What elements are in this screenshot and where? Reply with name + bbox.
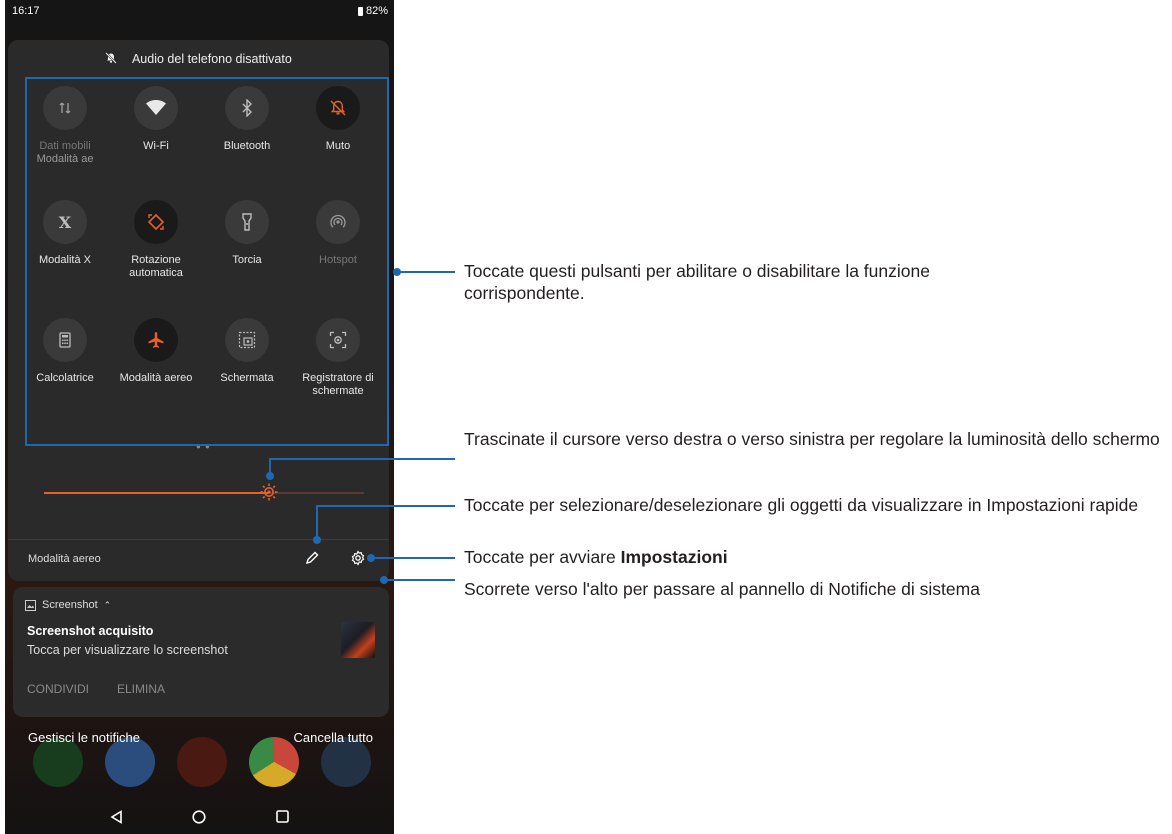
back-icon[interactable] bbox=[110, 810, 123, 824]
clear-all-button[interactable]: Cancella tutto bbox=[294, 730, 374, 745]
notification-card[interactable]: Screenshot ⌃ Screenshot acquisito Tocca … bbox=[13, 587, 389, 717]
callout-line bbox=[269, 458, 455, 460]
callout-line bbox=[316, 506, 318, 539]
callout-line bbox=[397, 271, 455, 273]
recents-icon[interactable] bbox=[276, 810, 289, 823]
notification-title: Screenshot acquisito bbox=[27, 624, 154, 638]
brightness-sun-icon[interactable] bbox=[260, 483, 278, 506]
notification-app-name: Screenshot bbox=[42, 599, 98, 611]
battery-percent: 82% bbox=[365, 5, 388, 17]
callout-swipe: Scorrete verso l'alto per passare al pan… bbox=[464, 579, 980, 599]
status-bar: 16:17 82% bbox=[5, 0, 394, 28]
armoury-app-icon[interactable] bbox=[177, 737, 227, 787]
edit-pencil-icon[interactable] bbox=[304, 550, 320, 571]
callout-settings-text: Toccate per avviare bbox=[464, 547, 621, 567]
callout-brightness: Trascinate il cursore verso destra o ver… bbox=[464, 429, 1160, 449]
callout-line bbox=[316, 505, 455, 507]
audio-status: Audio del telefono disattivato bbox=[8, 52, 389, 67]
home-icon[interactable] bbox=[192, 810, 206, 824]
brightness-slider[interactable] bbox=[44, 483, 364, 501]
callout-settings-bold: Impostazioni bbox=[620, 547, 728, 567]
muted-bell-icon bbox=[105, 52, 117, 67]
callout-settings: Toccate per avviare Impostazioni bbox=[464, 546, 728, 568]
brightness-track bbox=[269, 492, 364, 494]
tiles-highlight-frame bbox=[25, 77, 389, 446]
manage-notifications-link[interactable]: Gestisci le notifiche bbox=[28, 730, 140, 745]
notification-body: Tocca per visualizzare lo screenshot bbox=[27, 643, 228, 657]
brightness-fill bbox=[44, 492, 269, 494]
battery-icon bbox=[357, 6, 363, 16]
callout-tiles: Toccate questi pulsanti per abilitare o … bbox=[464, 261, 930, 303]
status-time: 16:17 bbox=[12, 5, 40, 17]
share-button[interactable]: CONDIVIDI bbox=[27, 682, 89, 696]
screenshot-thumbnail[interactable] bbox=[341, 622, 375, 658]
chrome-app-icon[interactable] bbox=[249, 737, 299, 787]
qs-footer-label: Modalità aereo bbox=[28, 553, 101, 565]
navigation-bar bbox=[5, 800, 394, 834]
chevron-up-icon[interactable]: ⌃ bbox=[104, 600, 112, 611]
audio-status-text: Audio del telefono disattivato bbox=[131, 52, 292, 66]
divider bbox=[8, 539, 389, 540]
callout-line bbox=[371, 557, 455, 559]
delete-button[interactable]: ELIMINA bbox=[117, 682, 165, 696]
callout-line bbox=[269, 459, 271, 475]
settings-gear-icon[interactable] bbox=[350, 550, 366, 571]
callout-edit: Toccate per selezionare/deselezionare gl… bbox=[464, 495, 1139, 515]
battery-indicator: 82% bbox=[357, 5, 388, 17]
screenshot-app-icon bbox=[25, 599, 36, 611]
notification-header: Screenshot ⌃ bbox=[25, 599, 111, 611]
callout-line bbox=[384, 579, 455, 581]
